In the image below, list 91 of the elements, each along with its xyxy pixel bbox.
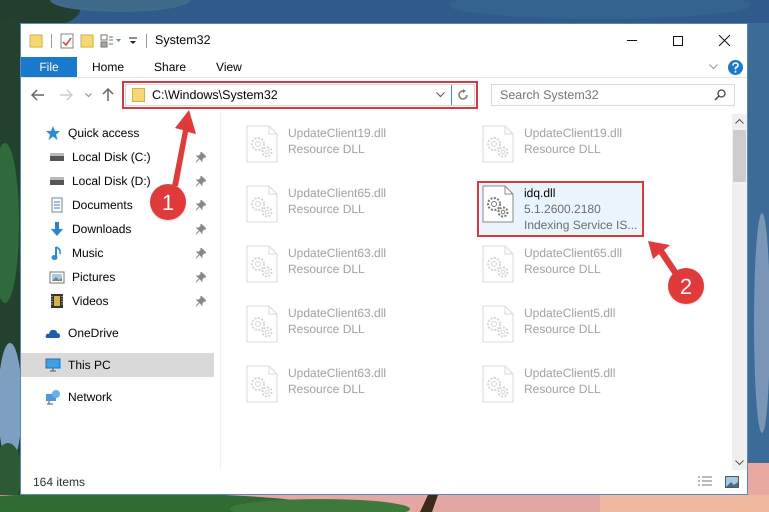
scrollbar[interactable] (732, 114, 747, 470)
file-description: Resource DLL (288, 201, 366, 217)
item-count: 164 items (33, 474, 86, 491)
document-icon (49, 197, 65, 213)
view-list-icon[interactable] (100, 34, 122, 48)
drive-icon (49, 153, 65, 161)
file-name: UpdateClient5.dll (524, 305, 616, 321)
nav-item[interactable]: Network (68, 388, 112, 406)
maximize-icon (673, 36, 683, 46)
address-bar[interactable]: C:\Windows\System32 (125, 84, 475, 106)
nav-item[interactable]: OneDrive (68, 324, 119, 342)
file-gears-icon (482, 185, 514, 223)
file-version: 5.1.2600.2180 (524, 201, 602, 217)
file-gears-icon (246, 305, 278, 343)
file-name: UpdateClient65.dll (288, 185, 386, 201)
file-name: UpdateClient5.dll (524, 365, 616, 381)
nav-item[interactable]: Videos (72, 292, 108, 310)
chevron-down-icon[interactable] (85, 92, 92, 98)
nav-item[interactable]: This PC (21, 353, 214, 377)
refresh-icon[interactable] (457, 89, 469, 101)
file-item[interactable]: idq.dll 5.1.2600.2180 Indexing Service IS... (480, 184, 642, 234)
pin-icon (196, 152, 206, 162)
details-view-icon[interactable] (697, 476, 713, 488)
help-icon[interactable] (728, 60, 743, 74)
nav-item[interactable]: Downloads (72, 220, 132, 238)
pin-icon (196, 272, 206, 282)
file-name: idq.dll (524, 185, 556, 201)
film-icon (49, 293, 65, 309)
folder-icon (29, 34, 43, 48)
file-name: UpdateClient63.dll (288, 245, 386, 261)
file-name: UpdateClient19.dll (288, 125, 386, 141)
monitor-icon (45, 357, 61, 373)
search-icon[interactable] (714, 89, 726, 101)
pointer-arrow (648, 241, 678, 275)
file-description: Resource DLL (288, 141, 366, 157)
scroll-thumb[interactable] (733, 130, 746, 182)
scroll-up-icon[interactable] (735, 118, 744, 124)
network-icon (45, 389, 61, 405)
folder-icon (132, 88, 145, 102)
ribbon-tab[interactable]: Share (139, 57, 202, 77)
window-title: System32 (155, 32, 211, 50)
file-description: Resource DLL (288, 261, 366, 277)
file-gears-icon (246, 185, 278, 223)
file-description: Indexing Service IS... (524, 217, 638, 233)
file-name: UpdateClient63.dll (288, 305, 386, 321)
back-arrow-icon[interactable] (31, 89, 45, 101)
nav-item[interactable]: Local Disk (C:) (72, 148, 151, 166)
file-gears-icon (482, 245, 514, 283)
file-name: UpdateClient19.dll (524, 125, 622, 141)
pin-icon (196, 296, 206, 306)
nav-item[interactable]: Local Disk (D:) (72, 172, 151, 190)
file-gears-icon (482, 305, 514, 343)
ribbon-tab[interactable]: View (201, 57, 257, 77)
nav-item[interactable]: Music (72, 244, 104, 262)
search-field[interactable]: Search System32 (491, 84, 735, 106)
file-description: Resource DLL (524, 381, 602, 397)
pin-icon (196, 200, 206, 210)
up-arrow-icon[interactable] (102, 88, 114, 102)
file-description: Resource DLL (524, 141, 602, 157)
drive-icon (49, 177, 65, 185)
file-gears-icon (482, 365, 514, 403)
pin-icon (196, 248, 206, 258)
pin-icon (196, 176, 206, 186)
download-arrow-icon (49, 221, 65, 237)
file-name: UpdateClient63.dll (288, 365, 386, 381)
nav-item[interactable]: Pictures (72, 268, 116, 286)
checklist-icon[interactable] (60, 32, 74, 48)
file-description: Resource DLL (288, 321, 366, 337)
address-path: C:\Windows\System32 (152, 86, 278, 104)
search-input[interactable]: Search System32 (500, 86, 714, 104)
nav-item[interactable]: Quick access (68, 124, 140, 142)
file-description: Resource DLL (524, 261, 602, 277)
file-gears-icon (246, 125, 278, 163)
picture-icon (49, 269, 65, 285)
file-gears-icon (246, 245, 278, 283)
dropdown-icon[interactable] (128, 36, 138, 46)
file-description: Resource DLL (524, 321, 602, 337)
ribbon-tab[interactable]: File (21, 57, 77, 77)
file-gears-icon (482, 125, 514, 163)
file-name: UpdateClient65.dll (524, 245, 622, 261)
ribbon-tab[interactable]: Home (77, 57, 140, 77)
scroll-down-icon[interactable] (735, 460, 744, 466)
chevron-down-icon[interactable] (436, 92, 445, 98)
nav-item[interactable]: Documents (72, 196, 133, 214)
pin-icon (196, 224, 206, 234)
file-gears-icon (246, 365, 278, 403)
close-icon (718, 35, 730, 46)
large-icons-view-icon[interactable] (725, 476, 739, 488)
minimize-icon (627, 40, 637, 41)
star-icon (45, 125, 61, 141)
file-description: Resource DLL (288, 381, 366, 397)
